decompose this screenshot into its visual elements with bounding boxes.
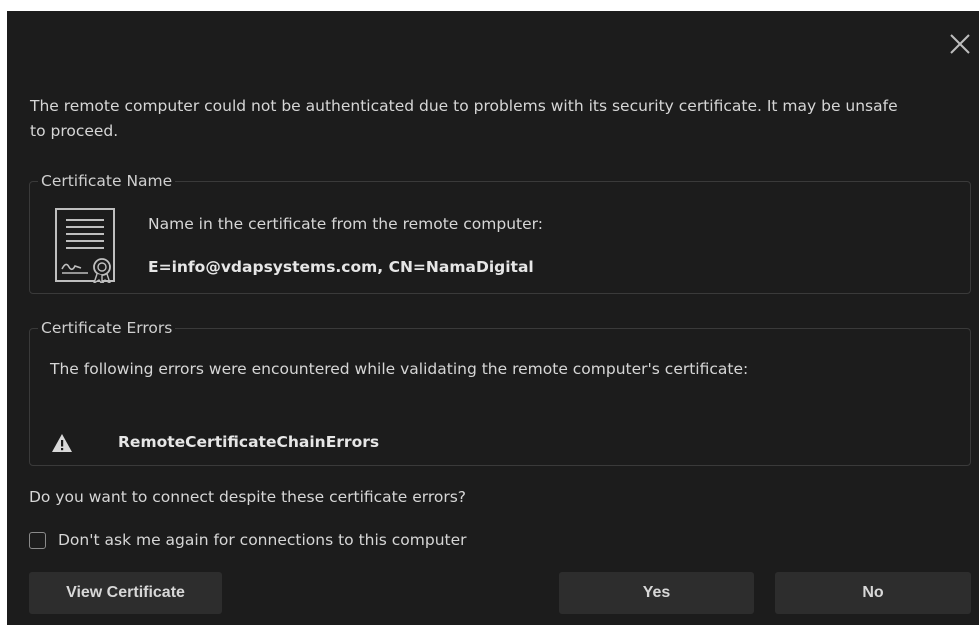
certificate-name-value: E=info@vdapsystems.com, CN=NamaDigital: [148, 258, 534, 276]
certificate-errors-legend: Certificate Errors: [41, 319, 173, 337]
connect-question: Do you want to connect despite these cer…: [29, 488, 467, 506]
certificate-name-group: Certificate Name Name in the certificate…: [29, 172, 971, 294]
dont-ask-again-checkbox[interactable]: [29, 531, 46, 549]
view-certificate-button[interactable]: View Certificate: [29, 572, 222, 614]
no-button[interactable]: No: [775, 572, 971, 614]
certificate-errors-group: Certificate Errors The following errors …: [29, 319, 971, 466]
intro-message: The remote computer could not be authent…: [30, 97, 898, 140]
dont-ask-again-option[interactable]: Don't ask me again for connections to th…: [29, 531, 467, 549]
certificate-errors-caption: The following errors were encountered wh…: [50, 360, 749, 378]
dont-ask-again-label[interactable]: Don't ask me again for connections to th…: [58, 531, 467, 549]
certificate-warning-dialog: The remote computer could not be authent…: [7, 11, 979, 625]
certificate-error-value: RemoteCertificateChainErrors: [118, 433, 380, 451]
close-button[interactable]: [947, 31, 973, 57]
yes-button[interactable]: Yes: [559, 572, 754, 614]
certificate-icon: [55, 208, 115, 283]
certificate-name-legend: Certificate Name: [41, 172, 173, 190]
certificate-name-caption: Name in the certificate from the remote …: [148, 215, 543, 233]
close-icon: [950, 34, 970, 54]
warning-icon: [52, 434, 72, 452]
